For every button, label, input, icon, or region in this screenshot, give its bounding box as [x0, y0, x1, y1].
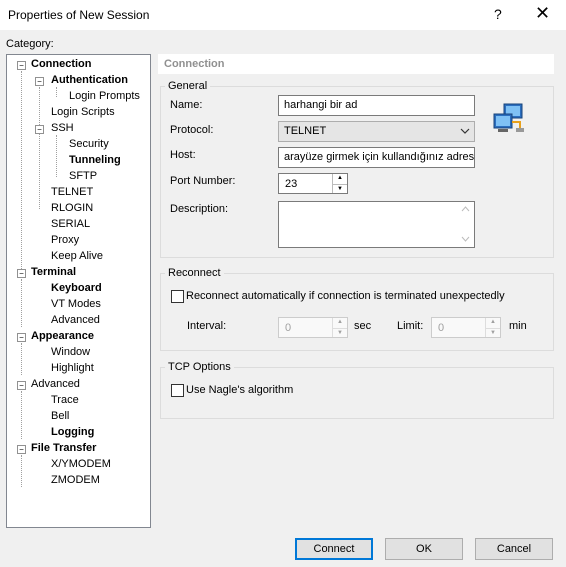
- connect-button[interactable]: Connect: [295, 538, 373, 560]
- tree-item-terminal[interactable]: Terminal: [31, 266, 76, 278]
- port-label: Port Number:: [170, 175, 236, 187]
- spin-down-icon[interactable]: ▼: [333, 185, 347, 195]
- protocol-select[interactable]: TELNET: [278, 121, 475, 142]
- collapse-icon[interactable]: −: [35, 125, 44, 134]
- tree-item-highlight[interactable]: Highlight: [51, 362, 94, 374]
- spin-down-icon[interactable]: ▼: [486, 329, 500, 339]
- collapse-icon[interactable]: −: [17, 381, 26, 390]
- tree-item-bell[interactable]: Bell: [51, 410, 69, 422]
- tree-item-logging[interactable]: Logging: [51, 426, 94, 438]
- tree-item-connection[interactable]: Connection: [31, 58, 92, 70]
- tree-item-security[interactable]: Security: [69, 138, 109, 150]
- port-value: 23: [285, 178, 298, 190]
- window-title: Properties of New Session: [8, 8, 150, 22]
- collapse-icon[interactable]: −: [17, 61, 26, 70]
- limit-spin[interactable]: ▲ ▼: [485, 318, 500, 337]
- interval-label: Interval:: [187, 320, 227, 332]
- limit-label: Limit:: [397, 320, 424, 332]
- spin-down-icon[interactable]: ▼: [333, 329, 347, 339]
- name-field[interactable]: harhangi bir ad: [278, 95, 475, 116]
- limit-value: 0: [438, 322, 445, 334]
- category-label: Category:: [6, 38, 54, 50]
- host-label: Host:: [170, 149, 196, 161]
- category-tree[interactable]: − − − − − − − Connection Authentication …: [6, 54, 151, 528]
- tree-item-appearance[interactable]: Appearance: [31, 330, 94, 342]
- panel-title: Connection: [164, 58, 225, 70]
- ok-button[interactable]: OK: [385, 538, 463, 560]
- tree-item-serial[interactable]: SERIAL: [51, 218, 90, 230]
- tree-item-zmodem[interactable]: ZMODEM: [51, 474, 100, 486]
- port-stepper[interactable]: 23 ▲ ▼: [278, 173, 348, 194]
- description-label: Description:: [170, 203, 229, 215]
- spin-up-icon[interactable]: ▲: [333, 174, 347, 185]
- nagle-checkbox-label: Use Nagle's algorithm: [186, 384, 294, 396]
- collapse-icon[interactable]: −: [17, 333, 26, 342]
- network-icon: [493, 103, 524, 132]
- reconnect-group-title: Reconnect: [165, 267, 224, 279]
- tree-item-login-scripts[interactable]: Login Scripts: [51, 106, 115, 118]
- tree-item-keep-alive[interactable]: Keep Alive: [51, 250, 103, 262]
- reconnect-checkbox-label: Reconnect automatically if connection is…: [186, 290, 505, 302]
- spin-up-icon[interactable]: ▲: [486, 318, 500, 329]
- limit-stepper[interactable]: 0 ▲ ▼: [431, 317, 501, 338]
- chevron-up-icon[interactable]: [461, 206, 470, 212]
- help-icon[interactable]: ?: [494, 6, 502, 22]
- interval-spin[interactable]: ▲ ▼: [332, 318, 347, 337]
- nagle-checkbox[interactable]: [171, 384, 184, 397]
- reconnect-group: [160, 273, 554, 351]
- port-spin[interactable]: ▲ ▼: [332, 174, 347, 193]
- tree-item-sftp[interactable]: SFTP: [69, 170, 97, 182]
- tree-item-window[interactable]: Window: [51, 346, 90, 358]
- chevron-down-icon[interactable]: [461, 236, 470, 242]
- spin-up-icon[interactable]: ▲: [333, 318, 347, 329]
- tree-item-authentication[interactable]: Authentication: [51, 74, 128, 86]
- description-field[interactable]: [278, 201, 475, 248]
- tree-item-login-prompts[interactable]: Login Prompts: [69, 90, 140, 102]
- collapse-icon[interactable]: −: [35, 77, 44, 86]
- general-group-title: General: [165, 80, 211, 92]
- interval-stepper[interactable]: 0 ▲ ▼: [278, 317, 348, 338]
- host-field[interactable]: arayüze girmek için kullandığınız adres: [278, 147, 475, 168]
- protocol-label: Protocol:: [170, 124, 214, 136]
- tree-item-vt-modes[interactable]: VT Modes: [51, 298, 101, 310]
- description-scrollbar[interactable]: [458, 203, 473, 246]
- tree-item-tunneling[interactable]: Tunneling: [69, 154, 121, 166]
- tree-item-advanced-root[interactable]: Advanced: [31, 378, 80, 390]
- interval-unit: sec: [354, 320, 372, 332]
- tree-item-advanced[interactable]: Advanced: [51, 314, 100, 326]
- tree-item-xymodem[interactable]: X/YMODEM: [51, 458, 111, 470]
- protocol-select-value: TELNET: [284, 125, 327, 137]
- reconnect-checkbox[interactable]: [171, 290, 184, 303]
- panel-header: Connection: [158, 54, 554, 74]
- cancel-button[interactable]: Cancel: [475, 538, 553, 560]
- chevron-down-icon: [460, 128, 470, 134]
- tree-item-rlogin[interactable]: RLOGIN: [51, 202, 93, 214]
- tree-item-telnet[interactable]: TELNET: [51, 186, 93, 198]
- tree-item-file-transfer[interactable]: File Transfer: [31, 442, 96, 454]
- collapse-icon[interactable]: −: [17, 445, 26, 454]
- collapse-icon[interactable]: −: [17, 269, 26, 278]
- close-icon[interactable]: ✕: [535, 3, 550, 24]
- tcp-options-group-title: TCP Options: [165, 361, 234, 373]
- name-label: Name:: [170, 99, 203, 111]
- tree-item-proxy[interactable]: Proxy: [51, 234, 79, 246]
- tree-item-keyboard[interactable]: Keyboard: [51, 282, 102, 294]
- tree-item-ssh[interactable]: SSH: [51, 122, 74, 134]
- interval-value: 0: [285, 322, 292, 334]
- limit-unit: min: [509, 320, 527, 332]
- tree-item-trace[interactable]: Trace: [51, 394, 79, 406]
